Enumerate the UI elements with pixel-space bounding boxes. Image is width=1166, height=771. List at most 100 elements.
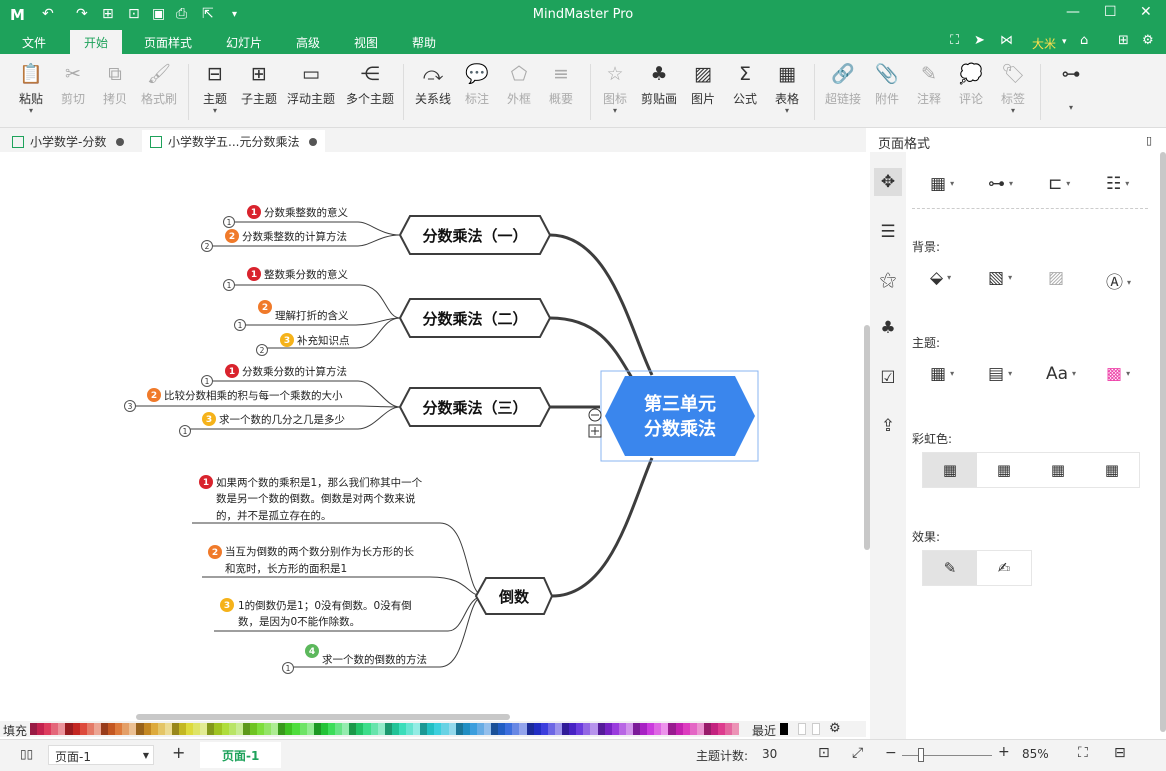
multiple-topics-button[interactable]: ⋲ 多个主题 xyxy=(344,62,396,122)
send-icon[interactable]: ➤ xyxy=(974,33,985,48)
subtopic-text[interactable]: 分数乘整数的意义 xyxy=(264,206,348,219)
theme-style-icon[interactable]: ▤ ▾ xyxy=(988,364,1012,384)
color-swatch[interactable] xyxy=(327,723,336,735)
color-swatch[interactable] xyxy=(79,723,87,735)
root-node[interactable] xyxy=(605,376,755,456)
color-swatch[interactable] xyxy=(398,723,406,735)
subtopic-button[interactable]: ⊞ 子主题 xyxy=(240,62,278,122)
floating-topic-button[interactable]: ▭ 浮动主题 xyxy=(286,62,336,122)
color-swatch[interactable] xyxy=(44,723,52,735)
close-button[interactable]: ✕ xyxy=(1140,4,1152,20)
color-swatch[interactable] xyxy=(86,723,94,735)
color-swatch[interactable] xyxy=(562,723,570,735)
subtopic-text[interactable]: 分数乘分数的计算方法 xyxy=(242,365,347,378)
color-swatch[interactable] xyxy=(30,723,38,735)
image-button[interactable]: ▨ 图片 xyxy=(688,62,718,122)
color-swatch[interactable] xyxy=(157,723,165,735)
icon-button[interactable]: ☆ 图标 ▾ xyxy=(600,62,630,122)
layout-structure-icon[interactable]: ▦ ▾ xyxy=(930,174,954,194)
color-swatch[interactable] xyxy=(72,723,80,735)
fit-screen-icon[interactable]: ⛶ xyxy=(1078,745,1088,761)
color-swatch[interactable] xyxy=(476,723,484,735)
color-swatch[interactable] xyxy=(349,723,357,735)
color-swatch[interactable] xyxy=(285,723,293,735)
menu-page-style[interactable]: 页面样式 xyxy=(144,34,192,51)
page-format-icon[interactable]: ✥ xyxy=(874,168,902,196)
color-swatch[interactable] xyxy=(576,723,584,735)
icon-library-icon[interactable]: ⚝ xyxy=(874,266,902,294)
color-swatch[interactable] xyxy=(583,723,591,735)
color-swatch[interactable] xyxy=(512,723,520,735)
color-swatch[interactable] xyxy=(682,723,690,735)
attachment-button[interactable]: 📎 附件 xyxy=(872,62,902,122)
color-swatch[interactable] xyxy=(654,723,662,735)
color-swatch[interactable] xyxy=(320,723,328,735)
formula-button[interactable]: Σ 公式 xyxy=(730,62,760,122)
color-swatch[interactable] xyxy=(292,723,300,735)
color-swatch[interactable] xyxy=(122,723,130,735)
color-swatch[interactable] xyxy=(675,723,683,735)
hyperlink-button[interactable]: 🔗 超链接 xyxy=(824,62,862,122)
fill-bucket-icon[interactable]: ⬙ ▾ xyxy=(930,268,951,288)
maximize-button[interactable]: ☐ xyxy=(1104,4,1117,20)
tab-document-2[interactable]: 小学数学五...元分数乘法 xyxy=(142,130,326,152)
comment-button[interactable]: 💭 评论 xyxy=(956,62,986,122)
zoom-level[interactable]: 85% xyxy=(1022,747,1049,761)
skin-icon[interactable]: ⌂ xyxy=(1080,33,1088,48)
color-swatch[interactable] xyxy=(540,723,548,735)
effect-handdrawn-icon[interactable]: ✍ xyxy=(977,551,1031,585)
color-swatch[interactable] xyxy=(611,723,619,735)
subtopic-text[interactable]: 求一个数的几分之几是多少 xyxy=(219,413,345,426)
subtopic-text[interactable]: 分数乘整数的计算方法 xyxy=(242,230,347,243)
share-icon[interactable]: ⋈ xyxy=(1000,33,1013,48)
color-swatch[interactable] xyxy=(108,723,116,735)
color-swatch[interactable] xyxy=(207,723,215,735)
color-swatch[interactable] xyxy=(143,723,151,735)
color-swatches[interactable] xyxy=(30,723,740,735)
color-swatch[interactable] xyxy=(136,723,144,735)
subtopic-text[interactable]: 和宽时，长方形的面积是1 xyxy=(225,562,347,575)
color-swatch[interactable] xyxy=(732,723,740,735)
color-swatch[interactable] xyxy=(264,723,272,735)
recent-color-swatch[interactable] xyxy=(798,723,806,735)
color-swatch[interactable] xyxy=(299,723,307,735)
color-swatch[interactable] xyxy=(711,723,719,735)
collapse-icon[interactable] xyxy=(588,408,602,422)
color-swatch[interactable] xyxy=(632,723,641,735)
task-icon[interactable]: ☑ xyxy=(874,364,902,392)
subtopic-text[interactable]: 整数乘分数的意义 xyxy=(264,268,348,281)
theme-color-icon[interactable]: ▩ ▾ xyxy=(1106,364,1130,384)
color-swatch[interactable] xyxy=(150,723,158,735)
color-swatch[interactable] xyxy=(384,723,392,735)
subtopic-text[interactable]: 补充知识点 xyxy=(297,334,350,347)
page-tab[interactable]: 页面-1 xyxy=(200,742,282,768)
color-swatch[interactable] xyxy=(498,723,506,735)
add-page-icon[interactable]: + xyxy=(172,743,185,762)
fullscreen-icon[interactable]: ⛶ xyxy=(950,33,959,48)
menu-help[interactable]: 帮助 xyxy=(412,34,436,51)
color-swatch[interactable] xyxy=(377,723,385,735)
color-swatch[interactable] xyxy=(427,723,435,735)
color-swatch[interactable] xyxy=(257,723,265,735)
color-swatch[interactable] xyxy=(100,723,109,735)
user-dropdown-icon[interactable]: ▾ xyxy=(1062,37,1067,47)
color-swatch[interactable] xyxy=(554,723,563,735)
color-swatch[interactable] xyxy=(647,723,655,735)
rainbow-option-3[interactable]: ▦ xyxy=(1031,453,1085,487)
color-swatch[interactable] xyxy=(235,723,243,735)
subtopic-text[interactable]: 当互为倒数的两个数分别作为长方形的长 xyxy=(225,545,414,558)
settings-icon[interactable]: ⚙ xyxy=(1142,33,1154,48)
color-swatch[interactable] xyxy=(668,723,676,735)
page-select[interactable]: 页面-1 ▼ xyxy=(48,745,154,765)
menu-view[interactable]: 视图 xyxy=(354,34,378,51)
fullscreen-exit-icon[interactable]: ⊟ xyxy=(1114,745,1126,761)
color-swatch[interactable] xyxy=(129,723,137,735)
theme-font-icon[interactable]: Aa ▾ xyxy=(1046,364,1076,384)
paste-button[interactable]: 📋 粘贴 ▾ xyxy=(16,62,46,122)
rainbow-option-1[interactable]: ▦ xyxy=(923,453,977,487)
color-swatch[interactable] xyxy=(640,723,648,735)
note-button[interactable]: ✎ 注释 xyxy=(914,62,944,122)
color-swatch[interactable] xyxy=(590,723,598,735)
color-swatch[interactable] xyxy=(455,723,463,735)
color-swatch[interactable] xyxy=(718,723,726,735)
